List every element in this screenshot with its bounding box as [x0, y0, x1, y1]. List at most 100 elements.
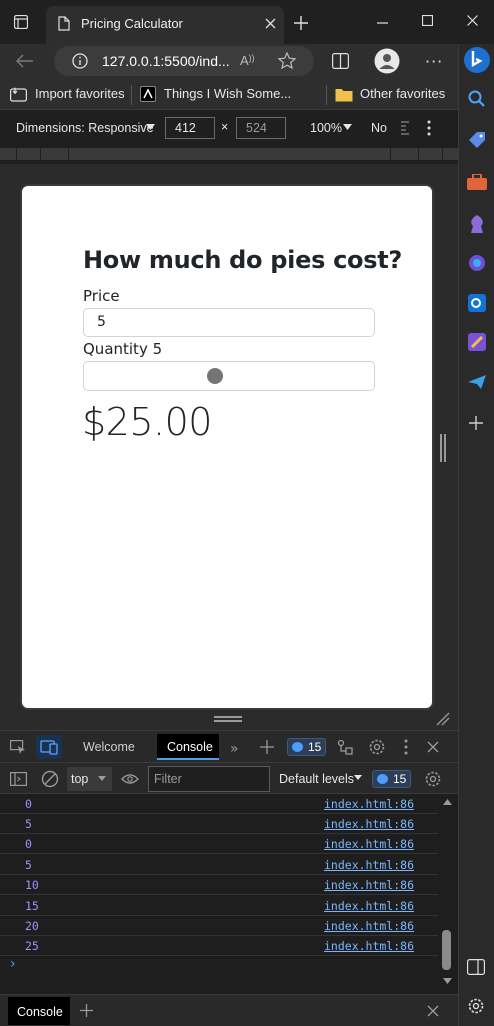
log-source-link[interactable]: index.html:86 [324, 919, 414, 933]
devtools-settings-icon[interactable] [368, 738, 386, 756]
message-icon [292, 742, 303, 752]
console-log-row: 25 index.html:86 [0, 936, 438, 956]
log-value: 5 [25, 858, 32, 872]
live-expression-eye-icon[interactable] [121, 773, 139, 785]
console-prompt[interactable]: › [10, 956, 16, 972]
more-tabs-icon[interactable]: » [230, 741, 239, 757]
console-scrollbar[interactable] [438, 794, 458, 994]
show-sidebar-icon[interactable] [10, 772, 27, 786]
read-aloud-icon[interactable]: A)) [240, 53, 255, 68]
log-source-link[interactable]: index.html:86 [324, 899, 414, 913]
folder-icon [335, 87, 353, 102]
console-log-row: 5 index.html:86 [0, 814, 438, 834]
scroll-up-icon[interactable] [443, 799, 452, 806]
site-info-icon[interactable] [72, 53, 88, 69]
tab-console[interactable]: Console [157, 734, 219, 760]
throttle-dropdown[interactable]: No [371, 121, 387, 135]
resize-handle-corner[interactable] [436, 712, 450, 726]
network-conditions-icon[interactable] [337, 739, 353, 755]
copilot-icon[interactable] [468, 254, 486, 272]
search-icon[interactable] [468, 90, 485, 107]
maximize-icon[interactable] [422, 15, 433, 26]
issues-badge[interactable]: 15 [287, 738, 327, 756]
log-source-link[interactable]: index.html:86 [324, 797, 414, 811]
dimensions-dropdown[interactable]: Dimensions: Responsive [16, 121, 154, 135]
zoom-dropdown[interactable]: 100% [310, 121, 342, 135]
log-source-link[interactable]: index.html:86 [324, 858, 414, 872]
favorite-bookmark[interactable]: Things I Wish Some... [164, 86, 291, 101]
levels-caret-icon[interactable] [354, 775, 362, 781]
clear-console-icon[interactable] [41, 770, 59, 788]
scroll-thumb[interactable] [442, 930, 451, 970]
price-input[interactable]: 5 [83, 308, 375, 337]
favorite-import[interactable]: Import favorites [35, 86, 125, 101]
browser-tab[interactable]: Pricing Calculator [46, 6, 284, 44]
drawer-add-tab-icon[interactable] [80, 1004, 93, 1017]
bing-icon[interactable] [464, 46, 490, 74]
drop-icon[interactable] [467, 374, 487, 390]
log-source-link[interactable]: index.html:86 [324, 817, 414, 831]
games-icon[interactable] [468, 214, 486, 234]
tab-actions-icon[interactable] [14, 15, 28, 29]
close-devtools-icon[interactable] [427, 741, 439, 753]
minimize-icon[interactable] [377, 22, 388, 24]
device-emulation-toggle[interactable] [36, 735, 62, 759]
edge-sidebar [458, 44, 494, 1026]
outlook-icon[interactable] [468, 294, 486, 312]
device-toolbar: Dimensions: Responsive 412 × 524 100% No [0, 112, 458, 144]
split-screen-icon[interactable] [332, 53, 349, 69]
new-tab-icon[interactable] [294, 16, 308, 30]
shopping-icon[interactable] [468, 131, 486, 149]
back-icon[interactable] [16, 54, 34, 68]
close-drawer-icon[interactable] [427, 1005, 439, 1017]
log-value: 10 [25, 878, 39, 892]
close-tab-icon[interactable] [265, 18, 276, 29]
resize-handle-bottom[interactable] [214, 716, 242, 722]
add-tab-icon[interactable] [260, 740, 274, 754]
tab-welcome[interactable]: Welcome [83, 740, 135, 754]
title-bar: Pricing Calculator [0, 0, 494, 44]
tab-title: Pricing Calculator [81, 16, 183, 31]
dimensions-caret-icon[interactable] [146, 124, 155, 131]
add-sidebar-app-icon[interactable] [469, 416, 483, 430]
times-symbol: × [221, 120, 229, 134]
console-settings-icon[interactable] [424, 770, 442, 788]
profile-avatar[interactable] [374, 48, 400, 74]
total-price: $25.00 [82, 400, 212, 444]
width-input[interactable]: 412 [165, 117, 215, 139]
devtools-menu-icon[interactable] [404, 739, 408, 755]
more-options-icon[interactable] [427, 120, 431, 136]
hide-sidebar-icon[interactable] [467, 959, 485, 975]
favorite-star-icon[interactable] [278, 52, 296, 69]
height-input[interactable]: 524 [236, 117, 286, 139]
log-value: 0 [25, 797, 32, 811]
zoom-caret-icon[interactable] [343, 124, 352, 131]
context-select[interactable]: top [67, 767, 112, 791]
log-source-link[interactable]: index.html:86 [324, 939, 414, 953]
tools-icon[interactable] [467, 174, 487, 190]
sidebar-settings-icon[interactable] [467, 997, 485, 1015]
resize-handle-right[interactable] [440, 434, 446, 462]
log-source-link[interactable]: index.html:86 [324, 837, 414, 851]
devtools-drawer: Console [0, 994, 458, 1026]
close-window-icon[interactable] [467, 15, 478, 26]
console-toolbar: top Filter Default levels 15 [0, 762, 458, 794]
console-output: 0 index.html:86 5 index.html:86 0 index.… [0, 794, 438, 994]
media-query-ruler [0, 144, 458, 164]
issues-count-badge[interactable]: 15 [372, 770, 412, 788]
designer-icon[interactable] [468, 333, 486, 351]
drawer-tab-console[interactable]: Console [8, 997, 70, 1025]
address-bar[interactable]: 127.0.0.1:5500/ind... A)) [54, 46, 314, 76]
log-value: 0 [25, 837, 32, 851]
scroll-down-icon[interactable] [443, 978, 452, 985]
favorite-other[interactable]: Other favorites [360, 86, 445, 101]
device-options-icon[interactable] [400, 121, 410, 135]
more-menu-icon[interactable]: ··· [425, 52, 443, 71]
log-levels-dropdown[interactable]: Default levels [279, 772, 354, 786]
price-label: Price [83, 287, 120, 305]
filter-input[interactable]: Filter [148, 766, 270, 792]
inspect-element-icon[interactable] [10, 740, 26, 754]
quantity-slider[interactable] [83, 361, 375, 391]
slider-thumb[interactable] [207, 368, 223, 384]
log-source-link[interactable]: index.html:86 [324, 878, 414, 892]
